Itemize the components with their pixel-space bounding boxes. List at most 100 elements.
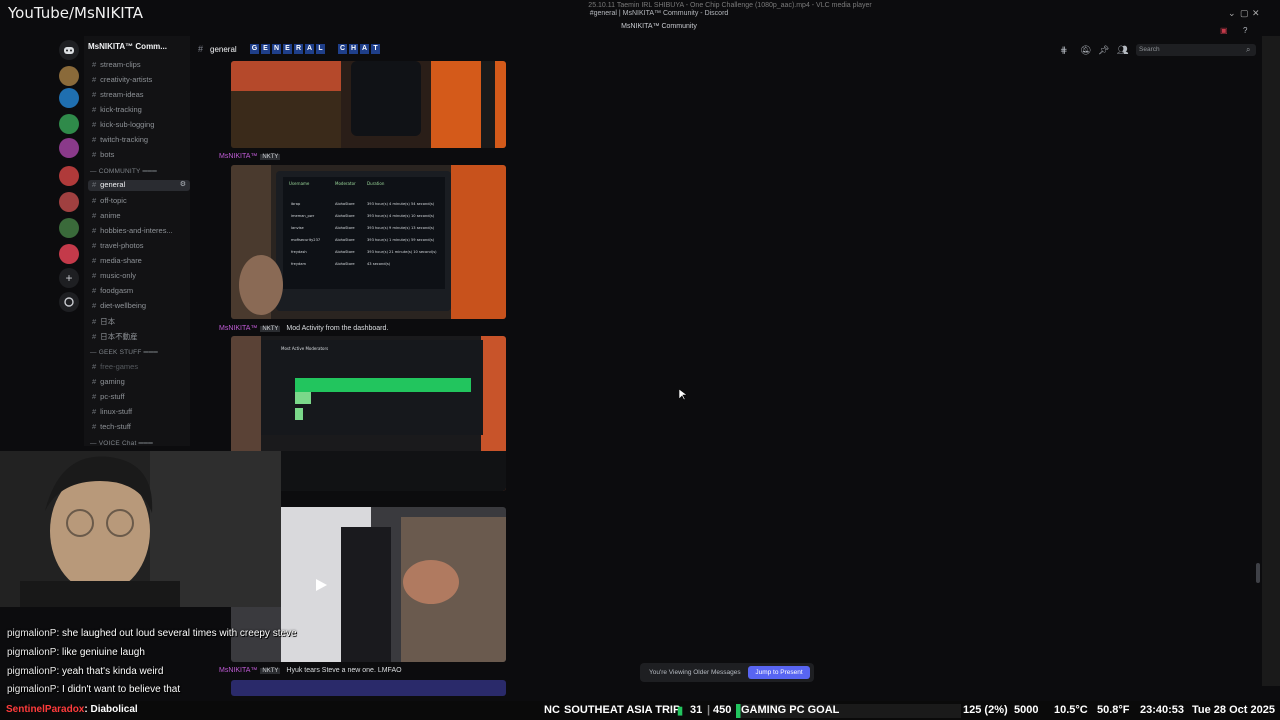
table-cell: freydam — [291, 262, 306, 266]
category-community[interactable]: — COMMUNITY ═══ — [90, 168, 157, 175]
channel-bots[interactable]: # bots — [92, 150, 114, 159]
server-icon[interactable] — [59, 192, 79, 212]
table-cell: AlohaStore — [335, 262, 355, 266]
banner-letter: N — [272, 44, 281, 54]
channel-free-games[interactable]: # free-games — [92, 362, 138, 371]
channel-creativity-artists[interactable]: # creativity-artists — [92, 75, 152, 84]
server-icon[interactable] — [59, 138, 79, 158]
channel-off-topic[interactable]: # off-topic — [92, 196, 127, 205]
help-icon[interactable]: ? — [1243, 26, 1247, 35]
scrollbar-thumb[interactable] — [1256, 563, 1260, 583]
banner-letter: L — [316, 44, 325, 54]
channel-hobbies[interactable]: # hobbies-and-interes... — [92, 226, 173, 235]
older-messages-label: You're Viewing Older Messages — [649, 669, 741, 676]
threads-icon[interactable]: ⋕ — [1060, 45, 1068, 56]
server-icon[interactable] — [59, 244, 79, 264]
message-image[interactable]: Username Moderator Duration ibrap AlohaS… — [231, 165, 506, 319]
server-icon[interactable] — [59, 88, 79, 108]
banner-letter: R — [294, 44, 303, 54]
banner-letter: C — [338, 44, 347, 54]
channel-media-share[interactable]: # media-share — [92, 256, 142, 265]
table-header: Moderator — [335, 181, 356, 186]
maximize-button[interactable]: ▢ — [1240, 8, 1249, 19]
message-author[interactable]: MsNIKITA™ NKTY — [219, 153, 281, 160]
table-cell: AlohaStore — [335, 226, 355, 230]
trip-current: 31 — [690, 704, 703, 716]
member-list-icon[interactable]: 👥︎ — [1117, 45, 1128, 56]
channel-stream-ideas[interactable]: # stream-ideas — [92, 90, 144, 99]
chat-username: pigmalionP — [7, 684, 57, 695]
channel-sidebar: # stream-clips # creativity-artists # strea… — [84, 36, 190, 447]
server-icon[interactable] — [59, 114, 79, 134]
channel-music-only[interactable]: # music-only — [92, 271, 136, 280]
stream-bottom-bar: SentinelParadox: Diabolical NC SOUTHEAT … — [0, 701, 1280, 720]
channel-anime[interactable]: # anime — [92, 211, 121, 220]
channel-kick-sub-logging[interactable]: # kick-sub-logging — [92, 120, 154, 129]
message-image[interactable] — [231, 61, 506, 148]
pc-goal-current: 125 (2%) — [963, 704, 1008, 716]
banner-letter: G — [250, 44, 259, 54]
inbox-icon[interactable]: ▣ — [1220, 26, 1228, 35]
message-author[interactable]: MsNIKITA™ NKTY Mod Activity from the dashb… — [219, 325, 388, 332]
channel-general[interactable]: # general ⚙ — [88, 180, 190, 191]
window-title: #general | MsNIKITA™ Community - Discord — [589, 10, 729, 17]
message-image[interactable] — [231, 680, 506, 696]
channel-japan-realestate[interactable]: # 日本不動産 — [92, 331, 138, 342]
channel-settings-icon[interactable]: ⚙ — [180, 180, 186, 188]
minimize-button[interactable]: ⌄ — [1228, 8, 1236, 19]
search-input[interactable]: Search — [1136, 44, 1256, 56]
banner-letter: E — [261, 44, 270, 54]
channel-japan[interactable]: # 日本 — [92, 316, 115, 327]
banner-letter: T — [371, 44, 380, 54]
chart-title: Most Active Moderators — [281, 346, 328, 351]
server-icon[interactable] — [59, 218, 79, 238]
jump-to-present-button[interactable]: Jump to Present — [748, 666, 810, 679]
chart-bar — [295, 378, 471, 392]
role-tag: NKTY — [260, 668, 281, 674]
banner-letter — [327, 44, 336, 54]
category-geek-stuff[interactable]: — GEEK STUFF ═══ — [90, 349, 158, 356]
channel-tech-stuff[interactable]: # tech-stuff — [92, 422, 131, 431]
pc-goal-label: GAMING PC GOAL — [741, 704, 840, 716]
temperature-celsius: 10.5°C — [1054, 704, 1088, 716]
channel-linux-stuff[interactable]: # linux-stuff — [92, 407, 132, 416]
divider: | — [707, 704, 711, 716]
table-cell: freydash — [291, 250, 307, 254]
table-header: Username — [289, 181, 310, 186]
table-cell: 43 second(s) — [367, 262, 391, 266]
server-icon[interactable] — [59, 66, 79, 86]
table-cell: 393 hour(s) 4 minute(s) 54 second(s) — [367, 202, 435, 206]
channel-stream-clips[interactable]: # stream-clips — [92, 60, 141, 69]
pin-icon[interactable]: 📌︎ — [1098, 45, 1109, 56]
banner-letter: A — [305, 44, 314, 54]
banner-letter: A — [360, 44, 369, 54]
trip-goal: 450 — [713, 704, 732, 716]
banner-letter: H — [349, 44, 358, 54]
clock-time: 23:40:53 — [1140, 704, 1185, 716]
channel-twitch-tracking[interactable]: # twitch-tracking — [92, 135, 148, 144]
table-cell: AlohaStore — [335, 202, 355, 206]
table-cell: 393 hour(s) 21 minute(s) 10 second(s) — [367, 250, 437, 254]
channel-gaming[interactable]: # gaming — [92, 377, 125, 386]
server-icon[interactable] — [59, 166, 79, 186]
discord-title-bar: #general | MsNIKITA™ Community - Discord… — [54, 8, 1264, 22]
table-cell: AlohaStore — [335, 214, 355, 218]
close-button[interactable]: ✕ — [1252, 8, 1260, 19]
trip-goal-label: SOUTHEAT ASIA TRIP — [564, 704, 681, 716]
table-cell: AlohaStore — [335, 250, 355, 254]
chat-username: pigmalionP — [7, 666, 57, 677]
channel-foodgasm[interactable]: # foodgasm — [92, 286, 133, 295]
message-author[interactable]: MsNIKITA™ NKTY Hyuk tears Steve a new one.… — [219, 667, 402, 674]
channel-diet-wellbeing[interactable]: # diet-wellbeing — [92, 301, 146, 310]
chat-username: SentinelParadox — [6, 704, 85, 715]
category-voice-chat[interactable]: — VOICE Chat ═══ — [90, 440, 153, 447]
chat-message: pigmalionP: yeah that's kinda weird — [7, 666, 163, 677]
server-name-header[interactable]: MsNIKITA™ Comm... — [88, 42, 188, 51]
notification-bell-icon[interactable]: 🔕︎ — [1080, 45, 1091, 56]
discord-home-icon[interactable] — [59, 40, 79, 60]
channel-pc-stuff[interactable]: # pc-stuff — [92, 392, 125, 401]
channel-travel-photos[interactable]: # travel-photos — [92, 241, 144, 250]
channel-kick-tracking[interactable]: # kick-tracking — [92, 105, 142, 114]
add-server-icon[interactable]: + — [59, 268, 79, 288]
discover-icon[interactable] — [59, 292, 79, 312]
